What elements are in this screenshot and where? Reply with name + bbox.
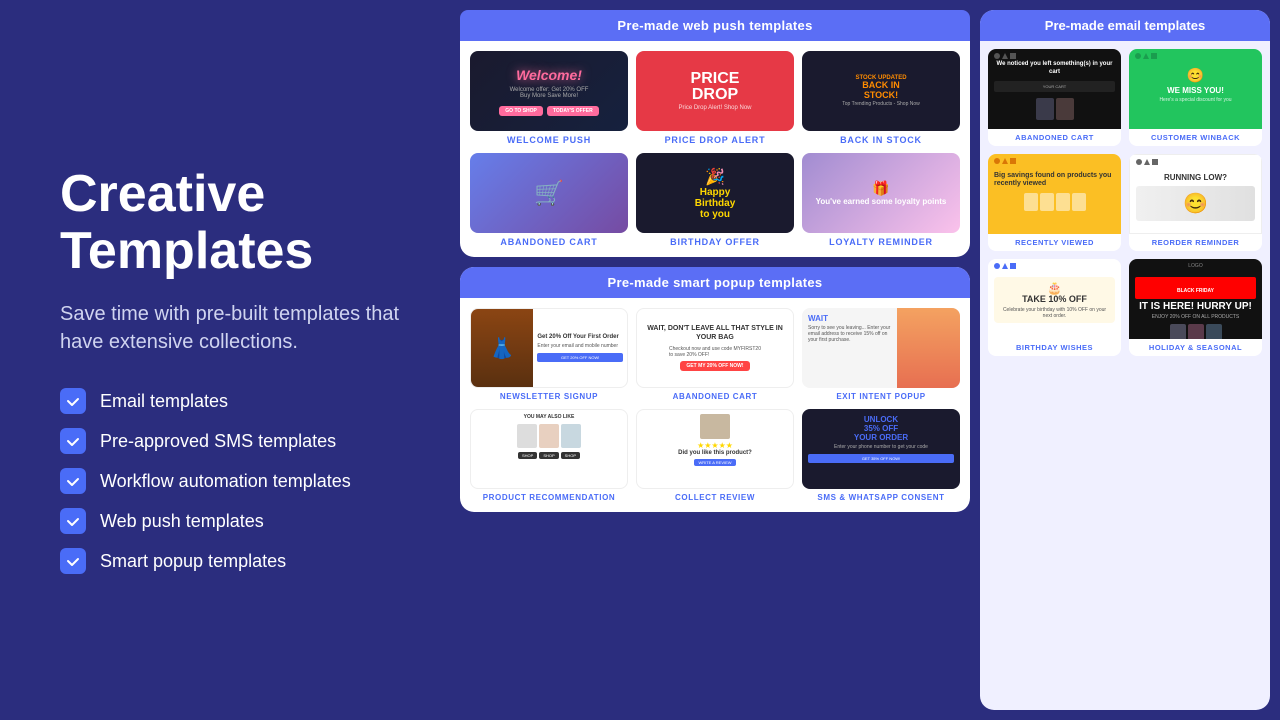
push-item-back-in-stock[interactable]: STOCK UPDATED BACK INSTOCK! Top Trending… [802, 51, 960, 145]
web-push-panel: Pre-made web push templates Welcome! Wel… [460, 10, 970, 257]
check-icon-workflow [60, 468, 86, 494]
list-item-email: Email templates [60, 388, 420, 414]
smart-popup-panel: Pre-made smart popup templates 👗 Get 20%… [460, 267, 970, 512]
popup-item-sms-consent[interactable]: UNLOCK35% OFFYOUR ORDER Enter your phone… [802, 409, 960, 502]
check-icon-popup [60, 548, 86, 574]
email-panel: Pre-made email templates We noticed you … [980, 10, 1270, 710]
check-icon-email [60, 388, 86, 414]
push-grid: Welcome! Welcome offer: Get 20% OFFBuy M… [460, 41, 970, 257]
popup-preview-product-rec: YOU MAY ALSO LIKE SHOP SHOP SHOP [470, 409, 628, 489]
push-preview-back-in-stock: STOCK UPDATED BACK INSTOCK! Top Trending… [802, 51, 960, 131]
push-item-loyalty[interactable]: 🎁 You've earned some loyalty points LOYA… [802, 153, 960, 247]
smart-popup-header: Pre-made smart popup templates [460, 267, 970, 298]
web-push-header: Pre-made web push templates [460, 10, 970, 41]
push-preview-welcome: Welcome! Welcome offer: Get 20% OFFBuy M… [470, 51, 628, 131]
email-item-holiday-seasonal[interactable]: LOGO BLACK FRIDAY IT IS HERE! HURRY UP! … [1129, 259, 1262, 356]
popup-preview-collect-review: ★★★★★ Did you like this product? WRITE A… [636, 409, 794, 489]
push-item-welcome[interactable]: Welcome! Welcome offer: Get 20% OFFBuy M… [470, 51, 628, 145]
popup-preview-abandoned-cart: WAIT, DON'T LEAVE ALL THAT STYLE IN YOUR… [636, 308, 794, 388]
email-header: Pre-made email templates [980, 10, 1270, 41]
page-subtitle: Save time with pre-built templates that … [60, 300, 420, 356]
list-item-webpush: Web push templates [60, 508, 420, 534]
page-title: Creative Templates [60, 166, 420, 280]
list-item-sms: Pre-approved SMS templates [60, 428, 420, 454]
popup-item-newsletter[interactable]: 👗 Get 20% Off Your First Order Enter you… [470, 308, 628, 401]
feature-checklist: Email templates Pre-approved SMS templat… [60, 388, 420, 574]
list-item-popup: Smart popup templates [60, 548, 420, 574]
popup-preview-newsletter: 👗 Get 20% Off Your First Order Enter you… [470, 308, 628, 388]
email-item-customer-winback[interactable]: 😊 WE MISS YOU! Here's a special discount… [1129, 49, 1262, 146]
email-preview-customer-winback: 😊 WE MISS YOU! Here's a special discount… [1129, 49, 1262, 129]
popup-item-product-rec[interactable]: YOU MAY ALSO LIKE SHOP SHOP SHOP PRODUCT [470, 409, 628, 502]
email-item-birthday-wishes[interactable]: 🎂 TAKE 10% OFF Celebrate your birthday w… [988, 259, 1121, 356]
email-preview-holiday-seasonal: LOGO BLACK FRIDAY IT IS HERE! HURRY UP! … [1129, 259, 1262, 339]
popup-preview-exit-intent: WAIT Sorry to see you leaving... Enter y… [802, 308, 960, 388]
push-preview-abandoned-cart: 🛒 [470, 153, 628, 233]
push-preview-price-drop: PRICEDROP Price Drop Alert! Shop Now [636, 51, 794, 131]
push-preview-birthday: 🎉 HappyBirthdayto you [636, 153, 794, 233]
email-preview-birthday-wishes: 🎂 TAKE 10% OFF Celebrate your birthday w… [988, 259, 1121, 339]
email-item-recently-viewed[interactable]: Big savings found on products you recent… [988, 154, 1121, 251]
middle-column: Pre-made web push templates Welcome! Wel… [460, 10, 970, 710]
check-icon-sms [60, 428, 86, 454]
check-icon-webpush [60, 508, 86, 534]
right-section: Pre-made web push templates Welcome! Wel… [460, 0, 1280, 720]
email-item-abandoned-cart[interactable]: We noticed you left something(s) in your… [988, 49, 1121, 146]
email-item-reorder-reminder[interactable]: RUNNING LOW? 😊 REORDER REMINDER [1129, 154, 1262, 251]
popup-item-abandoned-cart[interactable]: WAIT, DON'T LEAVE ALL THAT STYLE IN YOUR… [636, 308, 794, 401]
push-preview-loyalty: 🎁 You've earned some loyalty points [802, 153, 960, 233]
popup-preview-sms-consent: UNLOCK35% OFFYOUR ORDER Enter your phone… [802, 409, 960, 489]
popup-item-exit-intent[interactable]: WAIT Sorry to see you leaving... Enter y… [802, 308, 960, 401]
left-section: Creative Templates Save time with pre-bu… [0, 0, 460, 720]
push-item-birthday[interactable]: 🎉 HappyBirthdayto you BIRTHDAY OFFER [636, 153, 794, 247]
email-preview-reorder-reminder: RUNNING LOW? 😊 [1129, 154, 1262, 234]
popup-item-collect-review[interactable]: ★★★★★ Did you like this product? WRITE A… [636, 409, 794, 502]
push-item-abandoned-cart[interactable]: 🛒 ABANDONED CART [470, 153, 628, 247]
email-grid: We noticed you left something(s) in your… [980, 41, 1270, 364]
email-preview-recently-viewed: Big savings found on products you recent… [988, 154, 1121, 234]
popup-grid: 👗 Get 20% Off Your First Order Enter you… [460, 298, 970, 512]
list-item-workflow: Workflow automation templates [60, 468, 420, 494]
email-preview-abandoned-cart: We noticed you left something(s) in your… [988, 49, 1121, 129]
push-item-price-drop[interactable]: PRICEDROP Price Drop Alert! Shop Now PRI… [636, 51, 794, 145]
